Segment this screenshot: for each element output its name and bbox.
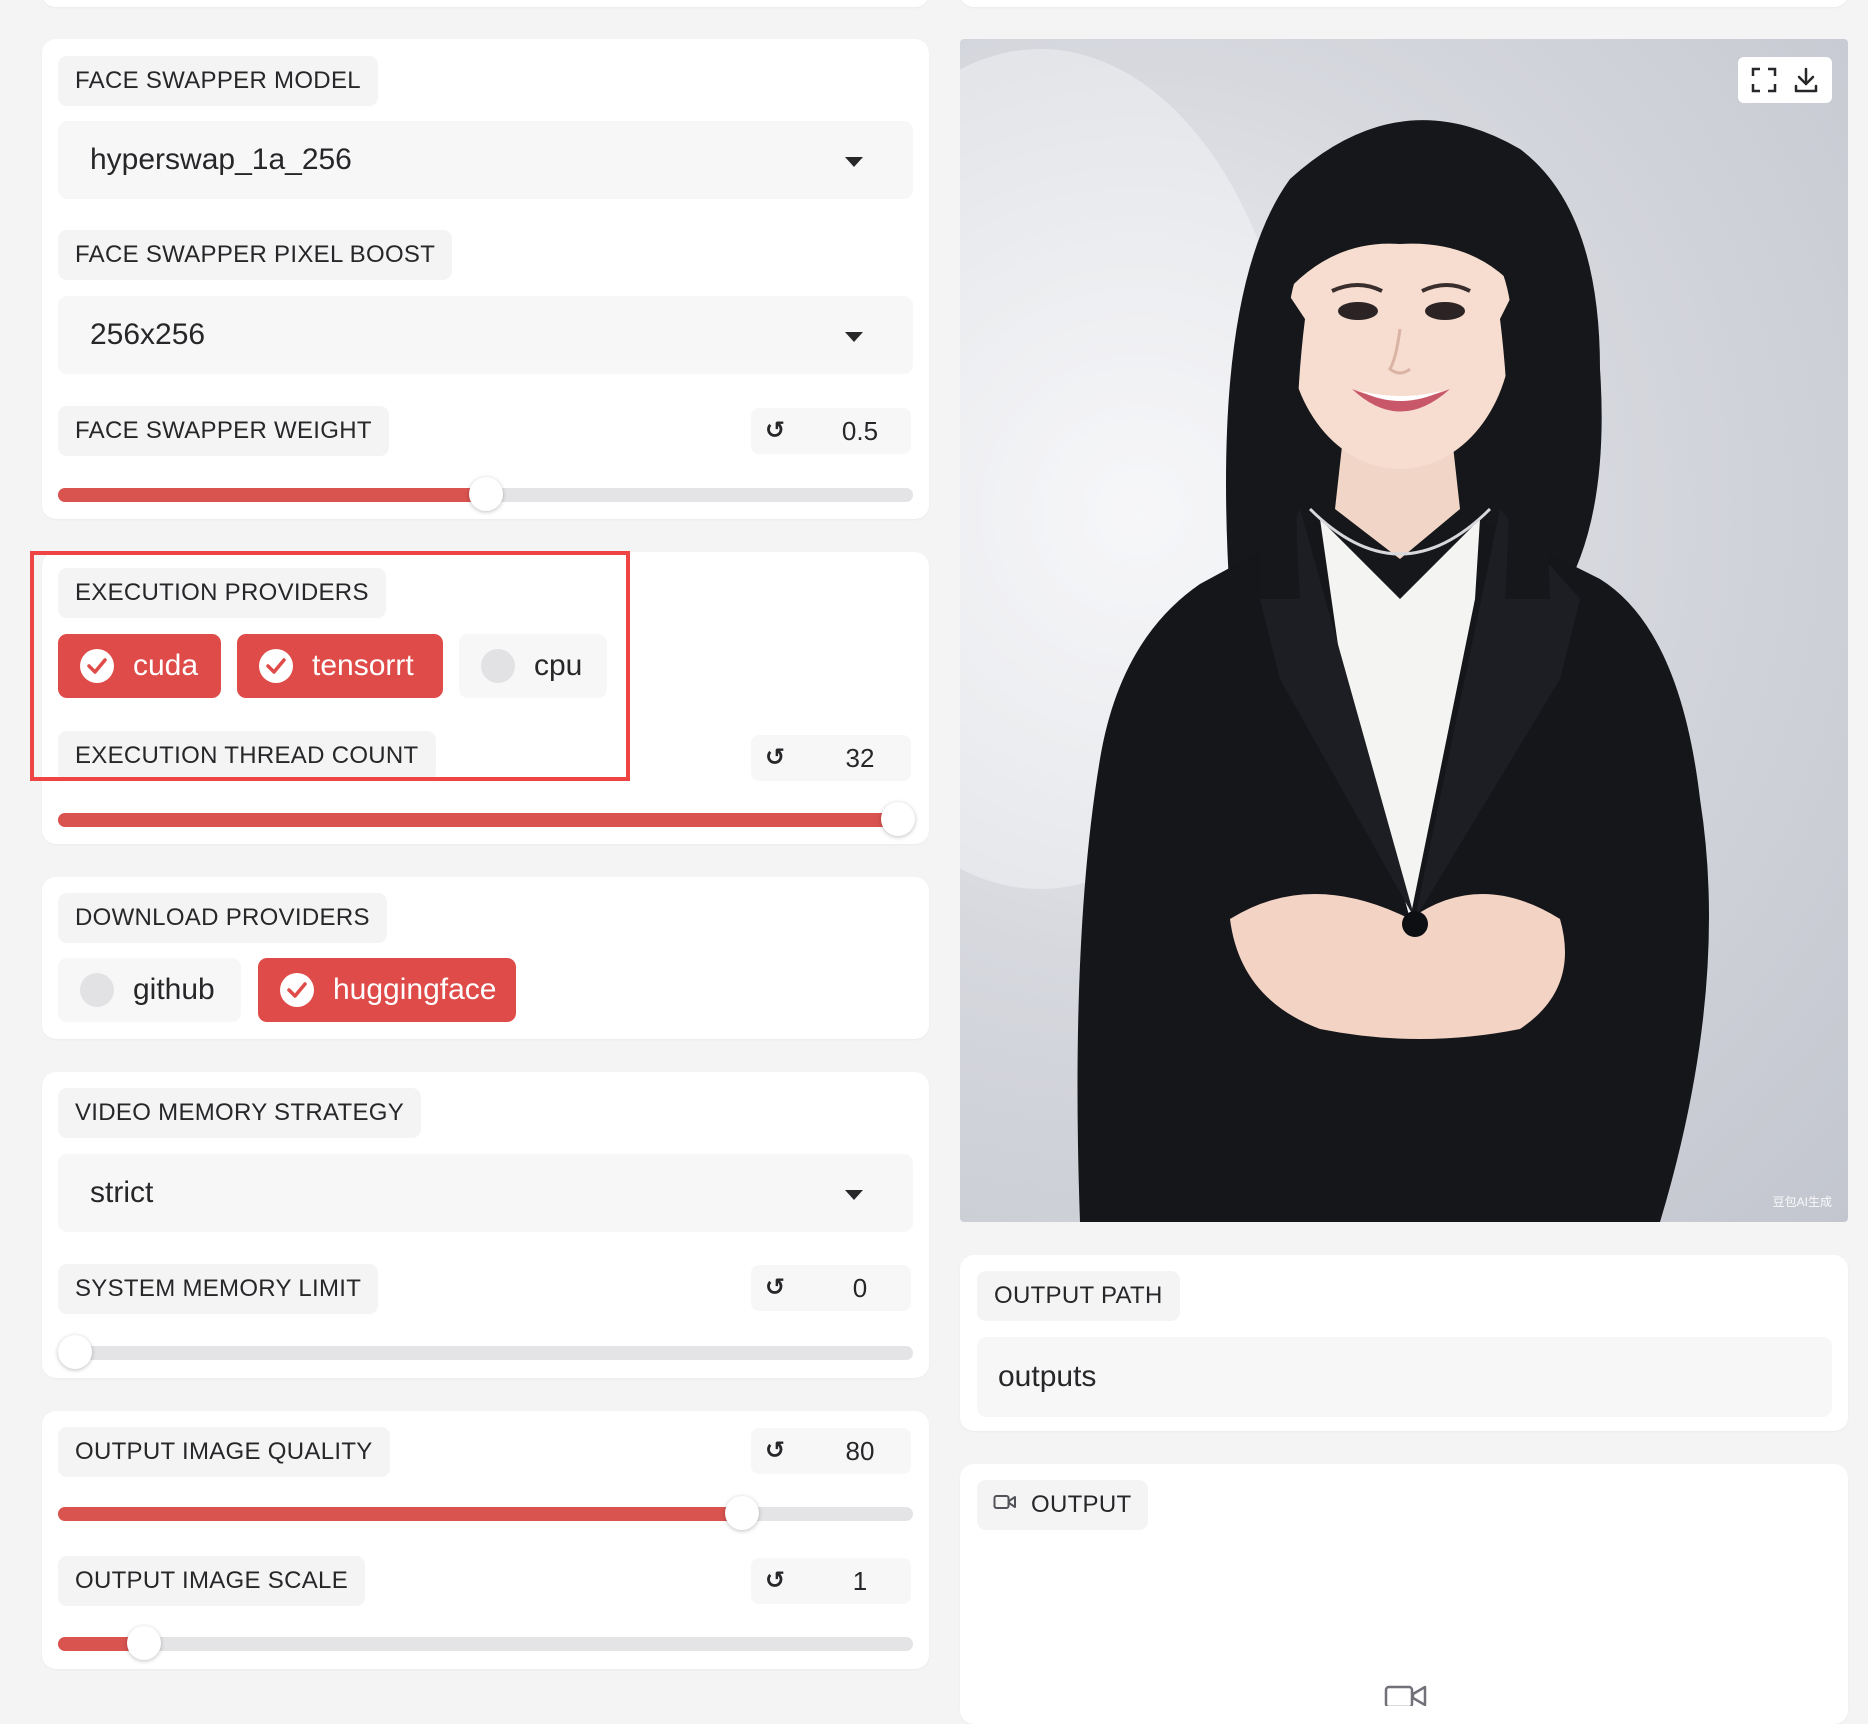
face-swapper-pixel-boost-label: FACE SWAPPER PIXEL BOOST — [58, 230, 453, 280]
slider-fill — [58, 1507, 742, 1521]
output-label: OUTPUT — [1031, 1491, 1132, 1518]
execution-provider-cuda[interactable]: cuda — [58, 634, 221, 698]
reset-icon[interactable]: ↺ — [765, 408, 785, 454]
reset-icon[interactable]: ↺ — [765, 1265, 785, 1311]
output-image-scale-label: OUTPUT IMAGE SCALE — [58, 1556, 366, 1606]
execution-provider-label: tensorrt — [312, 649, 414, 682]
face-swapper-model-value: hyperswap_1a_256 — [90, 143, 352, 176]
face-swapper-weight-slider[interactable] — [58, 477, 913, 511]
output-path-label: OUTPUT PATH — [977, 1271, 1180, 1321]
reset-icon[interactable]: ↺ — [765, 1428, 785, 1474]
face-swapper-weight-value: 0.5 — [841, 416, 879, 446]
system-memory-limit-input[interactable]: ↺ 0 — [751, 1265, 911, 1311]
chevron-down-icon — [845, 332, 863, 342]
face-swapper-pixel-boost-dropdown[interactable]: 256x256 — [58, 296, 913, 374]
video-memory-strategy-label: VIDEO MEMORY STRATEGY — [58, 1088, 422, 1138]
checkbox-unchecked-icon — [80, 973, 114, 1007]
download-provider-label: huggingface — [333, 973, 497, 1006]
slider-fill — [58, 813, 898, 827]
face-swapper-weight-input[interactable]: ↺ 0.5 — [751, 408, 911, 454]
output-image-quality-slider[interactable] — [58, 1496, 913, 1530]
system-memory-limit-label: SYSTEM MEMORY LIMIT — [58, 1264, 379, 1314]
slider-thumb[interactable] — [881, 802, 915, 836]
execution-provider-label: cpu — [534, 649, 583, 682]
checkbox-checked-icon — [259, 649, 293, 683]
execution-thread-count-value: 32 — [845, 743, 875, 773]
face-swapper-model-dropdown[interactable]: hyperswap_1a_256 — [58, 121, 913, 199]
output-image-quality-value: 80 — [845, 1436, 875, 1466]
download-icon[interactable] — [1792, 66, 1820, 99]
execution-providers-label: EXECUTION PROVIDERS — [58, 568, 386, 618]
output-image-scale-input[interactable]: ↺ 1 — [751, 1558, 911, 1604]
output-image-quality-label: OUTPUT IMAGE QUALITY — [58, 1427, 390, 1477]
execution-thread-count-label: EXECUTION THREAD COUNT — [58, 731, 436, 781]
top-left-panel-edge — [42, 0, 929, 7]
face-swapper-weight-label: FACE SWAPPER WEIGHT — [58, 406, 389, 456]
output-image-quality-input[interactable]: ↺ 80 — [751, 1428, 911, 1474]
download-providers-label: DOWNLOAD PROVIDERS — [58, 893, 387, 943]
slider-thumb[interactable] — [725, 1496, 759, 1530]
slider-thumb[interactable] — [126, 1626, 161, 1660]
system-memory-limit-value: 0 — [852, 1273, 868, 1303]
reset-icon[interactable]: ↺ — [765, 1558, 785, 1604]
system-memory-limit-slider[interactable] — [58, 1335, 913, 1369]
slider-fill — [58, 488, 486, 502]
output-path-value: outputs — [998, 1360, 1097, 1393]
execution-provider-tensorrt[interactable]: tensorrt — [237, 634, 443, 698]
execution-thread-count-slider[interactable] — [58, 802, 915, 836]
slider-thumb[interactable] — [58, 1335, 92, 1369]
slider-thumb[interactable] — [468, 477, 503, 511]
video-camera-icon — [993, 1479, 1017, 1529]
fullscreen-icon[interactable] — [1750, 66, 1778, 99]
video-memory-strategy-dropdown[interactable]: strict — [58, 1154, 913, 1232]
watermark: 豆包AI生成 — [1772, 1195, 1832, 1209]
reset-icon[interactable]: ↺ — [765, 735, 785, 781]
execution-thread-count-input[interactable]: ↺ 32 — [751, 735, 911, 781]
download-provider-label: github — [133, 973, 215, 1006]
top-right-panel-edge — [960, 0, 1848, 7]
execution-provider-label: cuda — [133, 649, 199, 682]
download-provider-github[interactable]: github — [58, 958, 241, 1022]
video-memory-strategy-value: strict — [90, 1176, 154, 1209]
face-swapper-model-label: FACE SWAPPER MODEL — [58, 56, 378, 106]
output-image-scale-value: 1 — [852, 1566, 868, 1596]
checkbox-checked-icon — [80, 649, 114, 683]
output-path-input[interactable]: outputs — [977, 1337, 1832, 1417]
output-image-scale-slider[interactable] — [58, 1626, 913, 1660]
chevron-down-icon — [845, 157, 863, 167]
download-provider-huggingface[interactable]: huggingface — [258, 958, 516, 1022]
execution-provider-cpu[interactable]: cpu — [459, 634, 607, 698]
checkbox-checked-icon — [280, 973, 314, 1007]
video-camera-icon — [1384, 1684, 1428, 1711]
output-label-chip: OUTPUT — [977, 1479, 1149, 1530]
preview-toolbar — [1738, 57, 1832, 103]
chevron-down-icon — [845, 1190, 863, 1200]
face-swapper-pixel-boost-value: 256x256 — [90, 318, 206, 351]
preview-image: 豆包AI生成 — [960, 39, 1848, 1222]
checkbox-unchecked-icon — [481, 649, 515, 683]
woman-portrait-image — [960, 49, 1709, 1222]
